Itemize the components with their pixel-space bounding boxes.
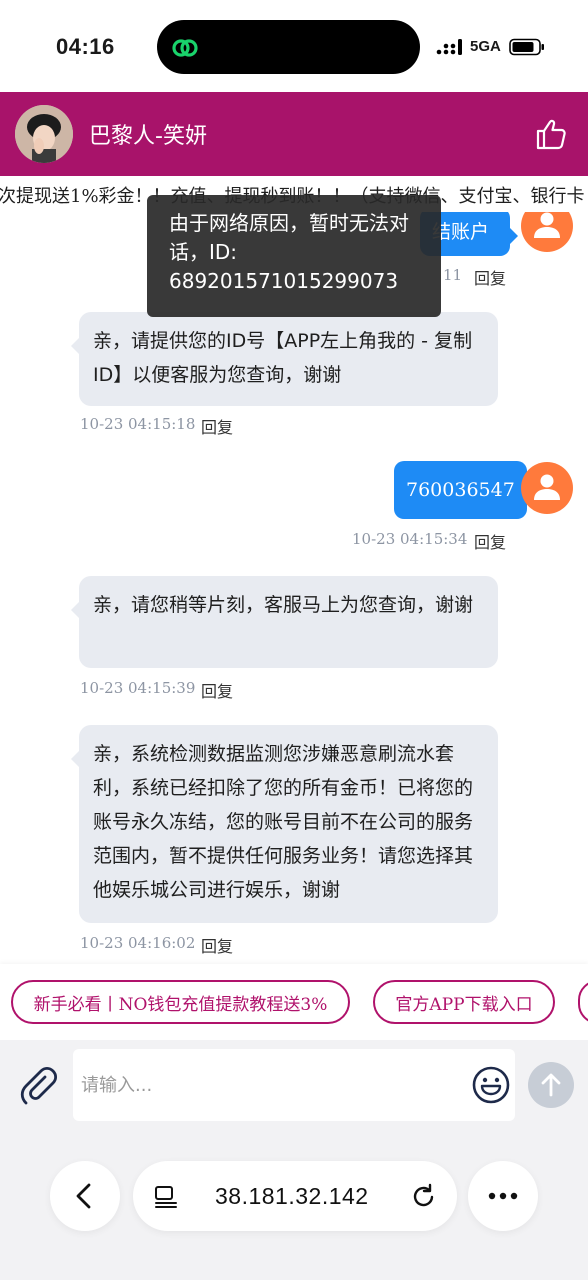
emoji-icon[interactable] (471, 1065, 511, 1105)
url-text: 38.181.32.142 (215, 1183, 369, 1209)
status-time: 04:16 (56, 34, 115, 59)
signal-icon (436, 39, 462, 55)
user-icon (534, 212, 560, 238)
link-icon (172, 39, 198, 57)
message-time: 10-23 04:16:02 (80, 934, 196, 952)
message-time: 11 (443, 266, 463, 284)
reader-mode-icon[interactable] (153, 1183, 179, 1209)
address-bar[interactable]: 38.181.32.142 (133, 1161, 457, 1231)
message-time: 10-23 04:15:39 (80, 679, 196, 697)
user-icon (534, 474, 560, 500)
message-text: 亲，请提供您的ID号【APP左上角我的 - 复制ID】以便客服为您查询，谢谢 (93, 330, 473, 386)
quick-chip-partial[interactable] (578, 980, 588, 1024)
back-button[interactable] (50, 1161, 120, 1231)
chat-header: 巴黎人-笑妍 (0, 92, 588, 176)
user-avatar (521, 462, 573, 514)
send-button[interactable] (528, 1062, 574, 1108)
arrow-up-icon (541, 1073, 561, 1097)
input-bar (0, 1040, 588, 1136)
thumbs-up-icon[interactable] (534, 116, 570, 152)
battery-icon (509, 38, 544, 56)
dynamic-island (157, 20, 420, 74)
more-dots-icon (488, 1192, 518, 1200)
quick-reply-bar: 新手必看丨NO钱包充值提款教程送3% 官方APP下载入口 (0, 964, 588, 1040)
message-text: 亲，系统检测数据监测您涉嫌恶意刷流水套利，系统已经扣除了您的所有金币！已将您的账… (93, 743, 474, 901)
quick-chip-tutorial[interactable]: 新手必看丨NO钱包充值提款教程送3% (11, 980, 350, 1024)
quick-chip-app-download[interactable]: 官方APP下载入口 (373, 980, 555, 1024)
reply-button[interactable]: 回复 (474, 265, 506, 289)
more-button[interactable] (468, 1161, 538, 1231)
reply-button[interactable]: 回复 (474, 529, 506, 553)
browser-toolbar: 38.181.32.142 (0, 1136, 588, 1280)
agent-photo (15, 105, 73, 163)
user-avatar (521, 212, 573, 252)
message-text: 760036547 (406, 479, 515, 501)
message-input[interactable] (81, 1067, 461, 1103)
agent-avatar[interactable] (15, 105, 73, 163)
chat-title: 巴黎人-笑妍 (89, 124, 207, 149)
reload-icon[interactable] (410, 1182, 438, 1210)
outgoing-message-bubble: 760036547 (394, 461, 535, 519)
incoming-message-bubble: 亲，系统检测数据监测您涉嫌恶意刷流水套利，系统已经扣除了您的所有金币！已将您的账… (71, 725, 498, 923)
message-time: 10-23 04:15:18 (80, 415, 196, 433)
message-time: 10-23 04:15:34 (352, 530, 468, 548)
reply-button[interactable]: 回复 (201, 678, 233, 702)
message-text: 亲，请您稍等片刻，客服马上为您查询，谢谢 (93, 594, 474, 616)
network-error-toast: 由于网络原因，暂时无法对话，ID: 689201571015299073 (147, 195, 441, 317)
message-list[interactable]: 结账户 11 回复 亲，请提供您的ID号【APP左上角我的 - 复制ID】以便客… (0, 212, 588, 964)
incoming-message-bubble: 亲，请您稍等片刻，客服马上为您查询，谢谢 (71, 576, 498, 668)
network-type: 5GA (470, 38, 501, 55)
status-bar: 04:16 5GA (0, 0, 588, 92)
reply-button[interactable]: 回复 (201, 414, 233, 438)
message-input-box[interactable] (73, 1049, 515, 1121)
chevron-left-icon (76, 1183, 91, 1209)
paperclip-icon[interactable] (18, 1066, 58, 1106)
incoming-message-bubble: 亲，请提供您的ID号【APP左上角我的 - 复制ID】以便客服为您查询，谢谢 (71, 312, 498, 406)
reply-button[interactable]: 回复 (201, 933, 233, 957)
